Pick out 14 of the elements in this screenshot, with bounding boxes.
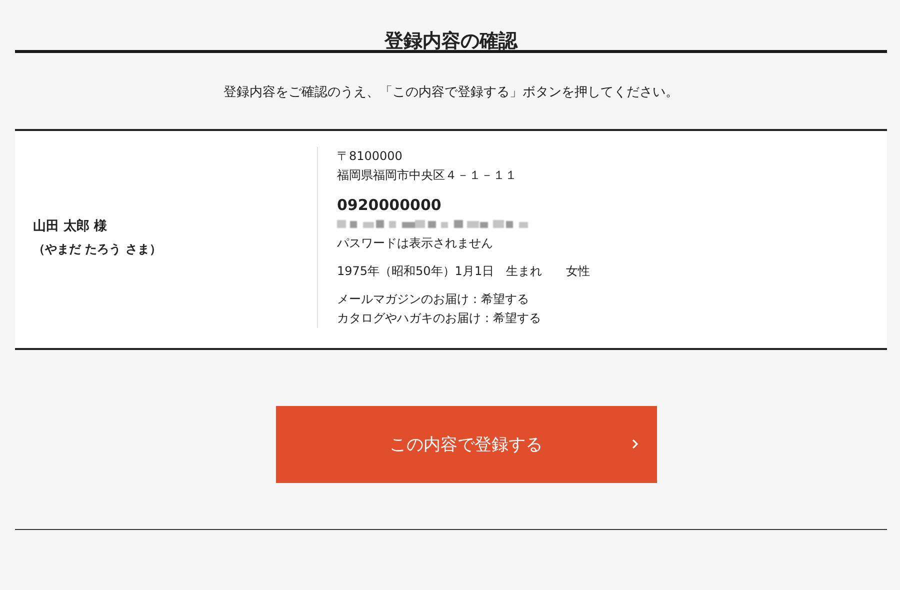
delivery-preference: カタログやハガキのお届け：希望する — [337, 310, 542, 327]
phone-number: 0920000000 — [337, 195, 442, 216]
instruction-text: 登録内容をご確認のうえ、「この内容で登録する」ボタンを押してください。 — [222, 84, 680, 102]
birth-date: 1975年（昭和50年）1月1日 生まれ — [337, 263, 542, 280]
submit-button[interactable]: この内容で登録する — [276, 406, 656, 483]
address: 福岡県福岡市中央区４－１－１１ — [337, 167, 518, 184]
page-title: 登録内容の確認 — [383, 29, 519, 50]
chevron-right-icon — [630, 438, 638, 450]
password-note: パスワードは表示されません — [337, 235, 494, 252]
gender: 女性 — [566, 263, 590, 280]
customer-name-reading: （やまだ たろう さま） — [33, 241, 162, 258]
delivery-preference: メールマガジンのお届け：希望する — [337, 291, 530, 308]
postal-code: 〒8100000 — [337, 148, 404, 165]
customer-name: 山田 太郎 様 — [33, 218, 108, 235]
